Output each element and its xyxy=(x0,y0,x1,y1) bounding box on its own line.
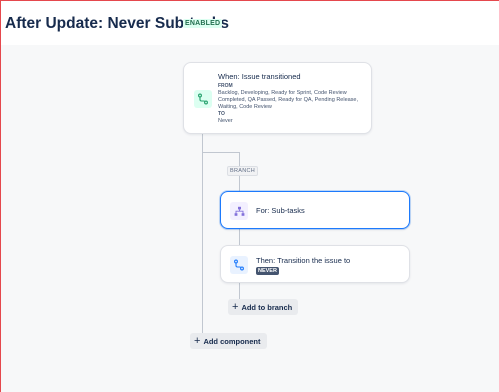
to-label: TO xyxy=(218,111,225,117)
add-to-branch-label: Add to branch xyxy=(241,302,293,312)
main-connector xyxy=(202,134,203,339)
action-title: Then: Transition the issue to xyxy=(256,256,351,265)
add-component-button[interactable]: + Add component xyxy=(190,333,267,349)
hierarchy-icon xyxy=(230,202,248,220)
add-component-label: Add component xyxy=(203,336,261,346)
branch-label: BRANCH xyxy=(227,166,259,176)
branch-connector-h xyxy=(202,152,240,153)
from-value: Backlog, Developing, Ready for Sprint, C… xyxy=(218,90,359,110)
branch-condition-title: For: Sub-tasks xyxy=(256,206,305,215)
transition-icon xyxy=(194,90,212,108)
plus-icon: + xyxy=(194,334,201,347)
plus-icon: + xyxy=(232,300,239,313)
page-header: After Update: Never Sub-tasks ENABLED xyxy=(1,1,499,45)
add-to-branch-button[interactable]: + Add to branch xyxy=(228,299,299,315)
from-label: FROM xyxy=(218,83,233,89)
trigger-card[interactable]: When: Issue transitioned FROM Backlog, D… xyxy=(183,62,372,134)
rule-canvas: When: Issue transitioned FROM Backlog, D… xyxy=(1,45,499,392)
never-status-badge: NEVER xyxy=(256,267,279,275)
branch-condition-card[interactable]: For: Sub-tasks xyxy=(220,191,410,229)
to-value: Never xyxy=(218,118,233,124)
transition-icon xyxy=(230,256,248,274)
status-badge: ENABLED xyxy=(183,19,223,28)
action-card[interactable]: Then: Transition the issue to NEVER xyxy=(220,245,410,283)
trigger-details: FROM Backlog, Developing, Ready for Spri… xyxy=(218,83,366,125)
trigger-title: When: Issue transitioned xyxy=(218,72,301,81)
